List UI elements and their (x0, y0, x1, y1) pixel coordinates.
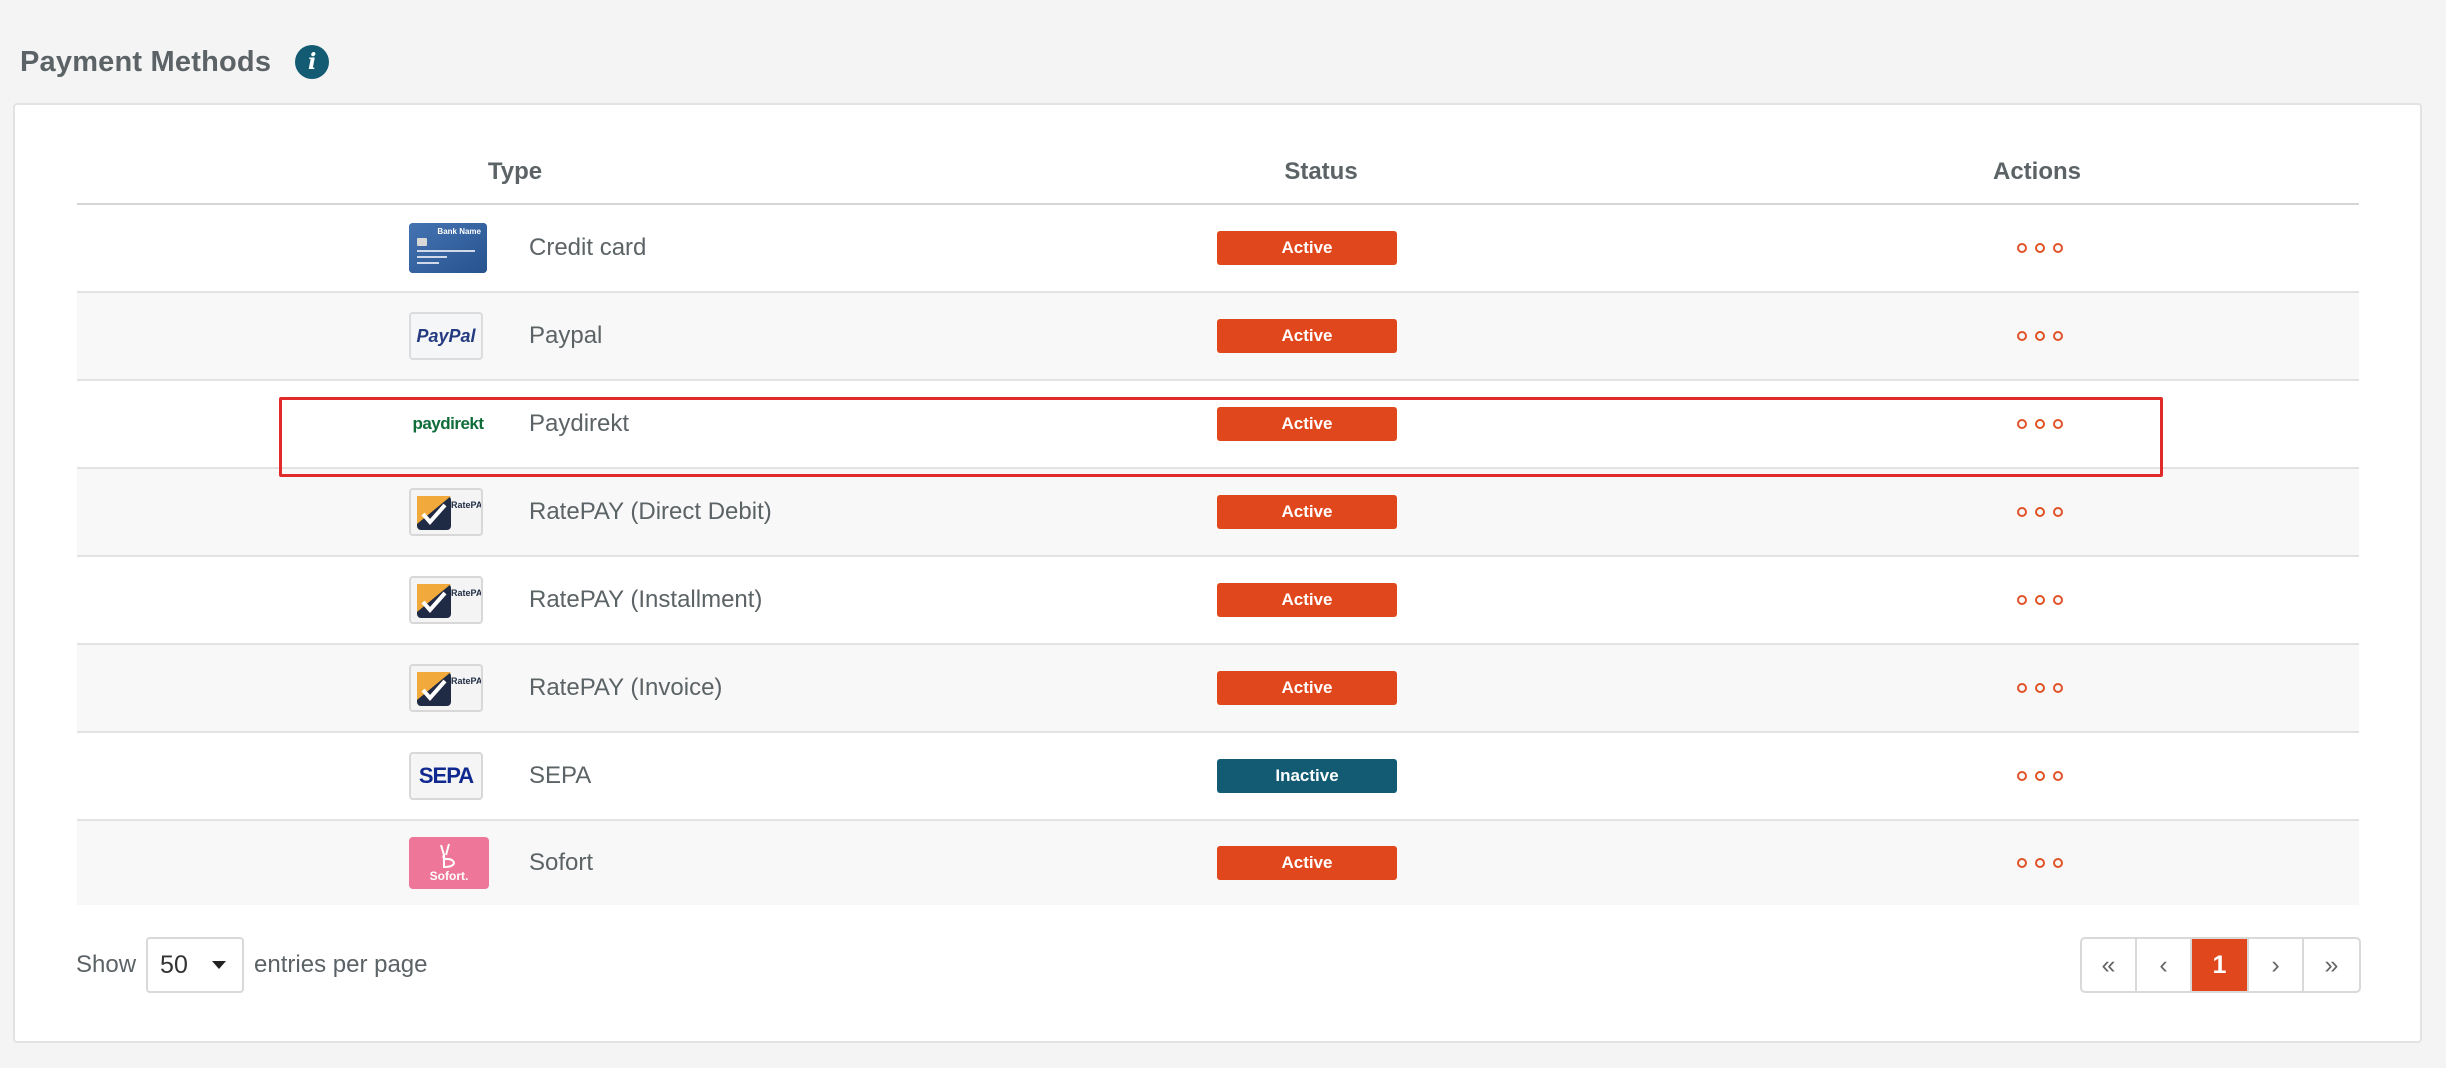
current-page-button[interactable]: 1 (2192, 939, 2249, 991)
table-row[interactable]: RatePAY RatePAY (Direct Debit) Active (77, 469, 2359, 557)
dot-icon (2053, 858, 2063, 868)
column-header-type[interactable]: Type (488, 158, 542, 186)
last-page-button[interactable]: » (2304, 939, 2359, 991)
next-page-button[interactable]: › (2249, 939, 2304, 991)
dot-icon (2017, 858, 2027, 868)
credit-card-bank-text: Bank Name (437, 227, 481, 236)
previous-page-button[interactable]: ‹ (2137, 939, 2192, 991)
payment-method-name: Sofort (529, 849, 594, 876)
status-badge[interactable]: Active (1217, 495, 1397, 529)
payment-method-name: RatePAY (Direct Debit) (529, 498, 772, 525)
sofort-logo: Sofort. (409, 837, 489, 889)
pagination: « ‹ 1 › » (2080, 937, 2361, 993)
first-page-button[interactable]: « (2082, 939, 2137, 991)
table-row[interactable]: Bank Name Credit card Active (77, 205, 2359, 293)
page-header: Payment Methods i (20, 40, 330, 84)
dot-icon (2035, 419, 2045, 429)
column-header-status[interactable]: Status (1284, 158, 1357, 186)
paypal-logo: PayPal (409, 312, 483, 360)
credit-card-icon: Bank Name (409, 223, 487, 273)
page-title: Payment Methods (20, 45, 272, 78)
sepa-logo-text: SEPA (418, 763, 474, 788)
page-size-control: Show 50 entries per page (76, 937, 428, 993)
table-row[interactable]: RatePAY RatePAY (Installment) Active (77, 557, 2359, 645)
dot-icon (2035, 507, 2045, 517)
dot-icon (2017, 595, 2027, 605)
table-row[interactable]: RatePAY RatePAY (Invoice) Active (77, 645, 2359, 733)
status-badge[interactable]: Inactive (1217, 759, 1397, 793)
entries-per-page-select[interactable]: 50 (146, 937, 245, 993)
actions-menu-button[interactable] (2013, 239, 2067, 257)
entries-per-page-label: entries per page (254, 951, 428, 978)
actions-menu-button[interactable] (2013, 591, 2067, 609)
sofort-logo-text: Sofort. (429, 869, 469, 883)
status-badge[interactable]: Active (1217, 846, 1397, 880)
dot-icon (2017, 243, 2027, 253)
dot-icon (2053, 507, 2063, 517)
dot-icon (2053, 419, 2063, 429)
dot-icon (2035, 771, 2045, 781)
table-row[interactable]: paydirekt Paydirekt Active (77, 381, 2359, 469)
actions-menu-button[interactable] (2013, 767, 2067, 785)
status-badge[interactable]: Active (1217, 583, 1397, 617)
payment-method-name: Credit card (529, 234, 647, 261)
payment-method-name: Paypal (529, 322, 603, 349)
actions-menu-button[interactable] (2013, 503, 2067, 521)
chevron-down-icon (212, 961, 227, 969)
dot-icon (2017, 683, 2027, 693)
paypal-logo-text: PayPal (416, 325, 476, 346)
payment-method-name: RatePAY (Invoice) (529, 674, 723, 701)
payment-methods-panel: Type Status Actions Bank Name Credit car… (13, 103, 2422, 1043)
actions-menu-button[interactable] (2013, 679, 2067, 697)
ratepay-logo-text: RatePAY (451, 676, 482, 686)
actions-menu-button[interactable] (2013, 327, 2067, 345)
paydirekt-logo: paydirekt (409, 399, 487, 449)
dot-icon (2053, 243, 2063, 253)
payment-method-name: RatePAY (Installment) (529, 586, 763, 613)
status-badge[interactable]: Active (1217, 319, 1397, 353)
paydirekt-logo-text: paydirekt (412, 414, 484, 433)
dot-icon (2017, 771, 2027, 781)
ratepay-logo: RatePAY (409, 664, 483, 712)
ratepay-logo: RatePAY (409, 488, 483, 536)
payment-method-name: Paydirekt (529, 410, 630, 437)
payment-method-name: SEPA (529, 762, 592, 789)
actions-menu-button[interactable] (2013, 854, 2067, 872)
table-header: Type Status Actions (77, 143, 2359, 205)
payment-methods-table: Type Status Actions Bank Name Credit car… (77, 143, 2359, 905)
dot-icon (2035, 243, 2045, 253)
actions-menu-button[interactable] (2013, 415, 2067, 433)
dot-icon (2035, 858, 2045, 868)
entries-per-page-value: 50 (160, 950, 188, 979)
column-header-actions: Actions (1992, 158, 2082, 185)
status-badge[interactable]: Active (1217, 407, 1397, 441)
ratepay-logo: RatePAY (409, 576, 483, 624)
status-badge[interactable]: Active (1217, 231, 1397, 265)
dot-icon (2035, 683, 2045, 693)
dot-icon (2017, 419, 2027, 429)
dot-icon (2053, 683, 2063, 693)
ratepay-logo-text: RatePAY (451, 588, 482, 598)
table-row[interactable]: Sofort. Sofort Active (77, 821, 2359, 905)
status-badge[interactable]: Active (1217, 671, 1397, 705)
table-row[interactable]: PayPal Paypal Active (77, 293, 2359, 381)
dot-icon (2035, 595, 2045, 605)
dot-icon (2053, 771, 2063, 781)
dot-icon (2017, 331, 2027, 341)
show-label: Show (76, 951, 137, 978)
ratepay-logo-text: RatePAY (451, 500, 482, 510)
dot-icon (2017, 507, 2027, 517)
dot-icon (2053, 595, 2063, 605)
dot-icon (2053, 331, 2063, 341)
table-row[interactable]: SEPA SEPA Inactive (77, 733, 2359, 821)
dot-icon (2035, 331, 2045, 341)
info-icon[interactable]: i (295, 45, 330, 79)
sepa-logo: SEPA (409, 752, 483, 800)
